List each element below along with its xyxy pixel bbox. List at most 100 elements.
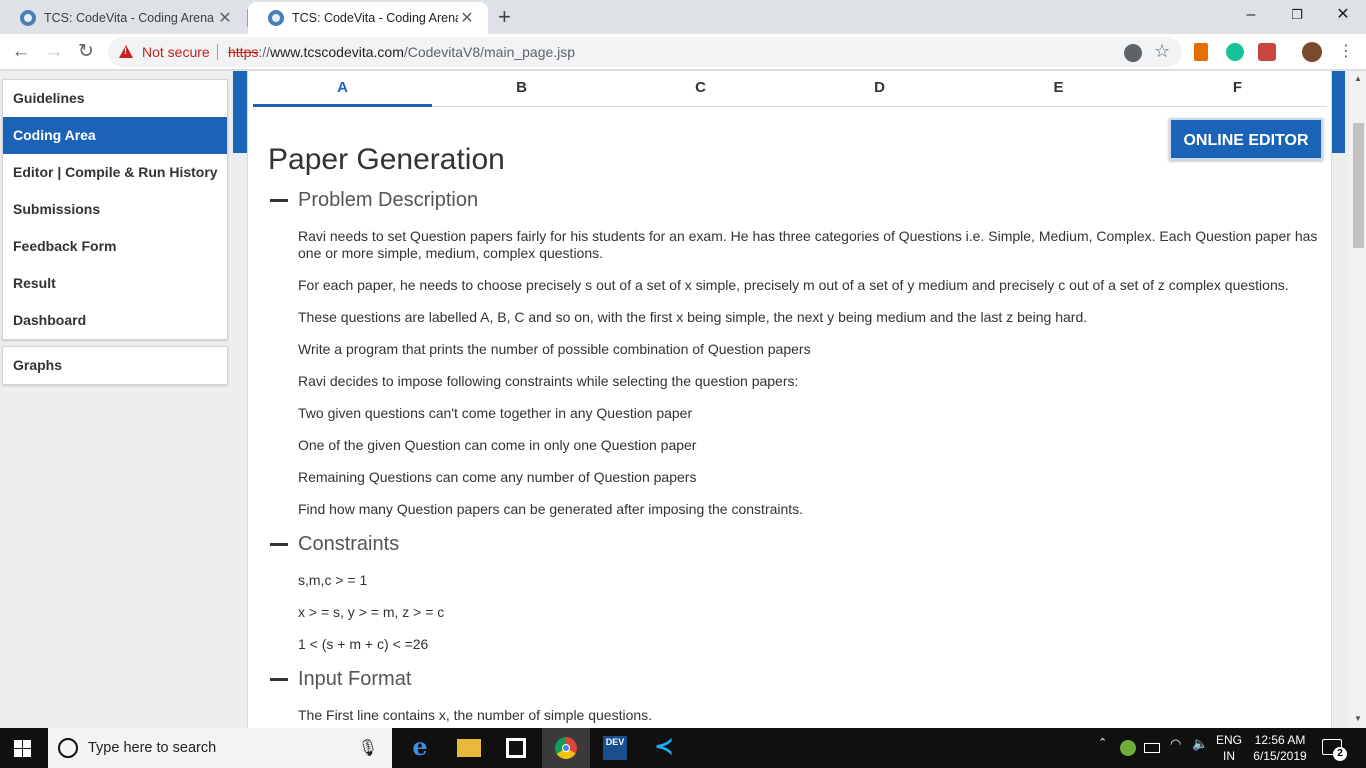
tray-overflow-icon[interactable]: ⌃ xyxy=(1098,736,1107,749)
description-paragraph: Write a program that prints the number o… xyxy=(298,341,811,357)
browser-tab-title: TCS: CodeVita - Coding Arena xyxy=(292,11,458,25)
description-paragraph: These questions are labelled A, B, C and… xyxy=(298,309,1088,325)
url-scheme: https xyxy=(228,44,259,60)
description-paragraph: Remaining Questions can come any number … xyxy=(298,469,697,485)
taskbar-search-box[interactable]: Type here to search 🎙 xyxy=(48,728,392,768)
not-secure-label[interactable]: Not secure xyxy=(142,44,210,60)
online-editor-button[interactable]: ONLINE EDITOR (A) xyxy=(1169,118,1323,191)
vscode-icon[interactable]: ≺ xyxy=(652,735,676,760)
collapse-icon[interactable] xyxy=(270,199,288,202)
minimize-button[interactable]: – xyxy=(1228,0,1274,32)
problem-tabs: A B C D E F xyxy=(253,71,1327,107)
description-paragraph: Ravi decides to impose following constra… xyxy=(298,373,799,389)
clock-time: 12:56 AM xyxy=(1254,733,1306,747)
notification-count-badge: 2 xyxy=(1333,747,1347,761)
store-icon[interactable] xyxy=(506,738,526,758)
collapse-icon[interactable] xyxy=(270,543,288,546)
blocked-popup-icon[interactable] xyxy=(1124,44,1142,62)
tray-app-icon[interactable] xyxy=(1120,740,1136,756)
file-explorer-icon[interactable] xyxy=(457,739,481,757)
sidebar-item-coding-area[interactable]: Coding Area xyxy=(3,117,227,154)
address-bar[interactable]: ! Not secure https://www.tcscodevita.com… xyxy=(108,37,1182,67)
url-path: /CodevitaV8/main_page.jsp xyxy=(403,44,576,60)
scroll-down-icon[interactable]: ▼ xyxy=(1354,714,1362,723)
taskbar-clock[interactable]: 12:56 AM 6/15/2019 xyxy=(1244,732,1316,764)
url-text[interactable]: https://www.tcscodevita.com/CodevitaV8/m… xyxy=(228,44,575,60)
description-paragraph: Two given questions can't come together … xyxy=(298,405,693,421)
wifi-icon[interactable]: ◠ xyxy=(1170,736,1181,752)
tab-problem-b[interactable]: B xyxy=(432,71,611,107)
restore-button[interactable]: ❐ xyxy=(1274,0,1320,32)
pdf-extension-icon[interactable] xyxy=(1258,43,1276,61)
browser-tab-1[interactable]: TCS: CodeVita - Coding Arena ✕ xyxy=(0,2,246,34)
tab-strip: TCS: CodeVita - Coding Arena ✕ TCS: Code… xyxy=(0,0,1366,34)
tab-problem-f[interactable]: F xyxy=(1148,71,1327,107)
description-paragraph: For each paper, he needs to choose preci… xyxy=(298,277,1289,293)
devcpp-icon[interactable]: DEV xyxy=(603,736,627,760)
close-tab-icon[interactable]: ✕ xyxy=(458,8,476,28)
profile-avatar[interactable] xyxy=(1302,42,1322,62)
menu-kebab-icon[interactable]: ⋮ xyxy=(1338,41,1354,61)
close-window-button[interactable]: ✕ xyxy=(1320,0,1366,32)
section-heading: Constraints xyxy=(298,533,400,555)
section-heading: Problem Description xyxy=(298,189,479,211)
language-indicator[interactable]: ENG IN xyxy=(1216,732,1242,764)
codevita-favicon-icon xyxy=(20,10,36,26)
search-placeholder: Type here to search xyxy=(88,740,217,756)
sidebar-item-result[interactable]: Result xyxy=(3,265,227,302)
section-input-format[interactable]: Input Format xyxy=(270,668,411,691)
scroll-up-icon[interactable]: ▲ xyxy=(1354,74,1362,83)
volume-icon[interactable]: 🔈 xyxy=(1192,736,1208,752)
tab-problem-d[interactable]: D xyxy=(790,71,969,107)
page-viewport: Guidelines Coding Area Editor | Compile … xyxy=(0,71,1350,728)
windows-start-icon[interactable] xyxy=(14,740,32,757)
back-button[interactable]: ← xyxy=(9,41,33,63)
windows-taskbar: Type here to search 🎙 e DEV ≺ ⌃ ◠ 🔈 ENG … xyxy=(0,728,1366,768)
microphone-icon[interactable]: 🎙 xyxy=(358,738,378,758)
scrollbar-thumb[interactable] xyxy=(1353,123,1364,248)
chrome-taskbar-slot[interactable] xyxy=(542,728,590,768)
section-constraints[interactable]: Constraints xyxy=(270,533,399,556)
sidebar-menu: Guidelines Coding Area Editor | Compile … xyxy=(2,79,228,340)
omnibox-divider xyxy=(217,44,218,60)
java-extension-icon[interactable] xyxy=(1194,43,1208,61)
url-host: www.tcscodevita.com xyxy=(270,44,404,60)
edge-browser-icon[interactable]: e xyxy=(408,735,432,760)
browser-tab-2-active[interactable]: TCS: CodeVita - Coding Arena ✕ xyxy=(248,2,488,34)
browser-toolbar: ← → ↻ ! Not secure https://www.tcscodevi… xyxy=(0,34,1366,70)
sidebar-item-submissions[interactable]: Submissions xyxy=(3,191,227,228)
description-paragraph: One of the given Question can come in on… xyxy=(298,437,697,453)
sidebar-graphs-box: Graphs xyxy=(2,346,228,385)
section-problem-description[interactable]: Problem Description xyxy=(270,189,478,212)
constraint-line: x > = s, y > = m, z > = c xyxy=(298,604,445,620)
description-paragraph: Find how many Question papers can be gen… xyxy=(298,501,804,517)
sidebar-item-dashboard[interactable]: Dashboard xyxy=(3,302,227,339)
collapse-icon[interactable] xyxy=(270,678,288,681)
input-format-line: The First line contains x, the number of… xyxy=(298,707,653,723)
codevita-favicon-icon xyxy=(268,10,284,26)
forward-button[interactable]: → xyxy=(42,41,66,63)
new-tab-button[interactable]: + xyxy=(498,4,511,30)
url-separator: :// xyxy=(258,44,271,60)
cortana-icon xyxy=(58,738,78,758)
sidebar-item-editor-history[interactable]: Editor | Compile & Run History xyxy=(3,154,227,191)
tab-problem-a[interactable]: A xyxy=(253,71,432,107)
constraint-line: s,m,c > = 1 xyxy=(298,572,368,588)
reload-button[interactable]: ↻ xyxy=(74,41,98,63)
clock-date: 6/15/2019 xyxy=(1253,749,1307,763)
tab-problem-e[interactable]: E xyxy=(969,71,1148,107)
browser-tab-title: TCS: CodeVita - Coding Arena xyxy=(44,11,215,25)
close-tab-icon[interactable]: ✕ xyxy=(216,8,234,28)
language-code: ENG xyxy=(1216,733,1243,747)
battery-icon[interactable] xyxy=(1144,743,1160,753)
page-scrollbar[interactable]: ▲ ▼ xyxy=(1350,71,1366,728)
sidebar-item-guidelines[interactable]: Guidelines xyxy=(3,80,227,117)
problem-title: Paper Generation xyxy=(268,143,505,176)
grammarly-extension-icon[interactable] xyxy=(1226,43,1244,61)
constraint-line: 1 < (s + m + c) < =26 xyxy=(298,636,429,652)
sidebar-item-graphs[interactable]: Graphs xyxy=(3,347,227,384)
sidebar-item-feedback-form[interactable]: Feedback Form xyxy=(3,228,227,265)
section-heading: Input Format xyxy=(298,668,412,690)
tab-problem-c[interactable]: C xyxy=(611,71,790,107)
bookmark-star-icon[interactable]: ☆ xyxy=(1154,41,1170,62)
